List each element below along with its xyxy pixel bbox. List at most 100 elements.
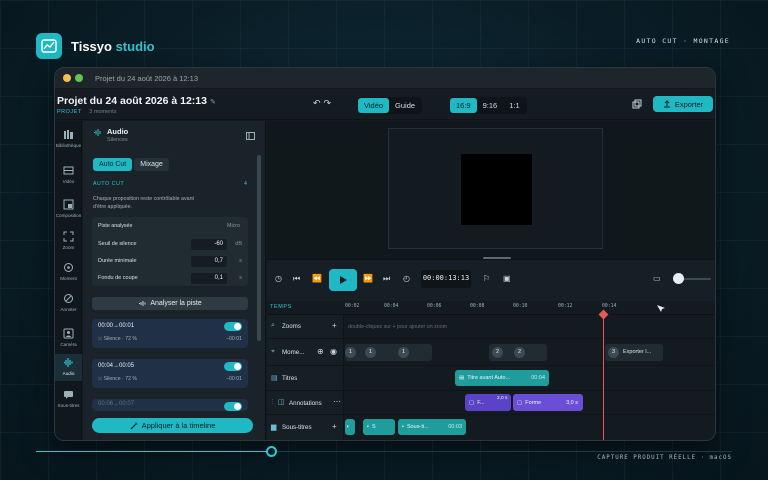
silence-segment-card[interactable]: 00:04→00:05 ⤬ Silence · 72 % −00:01 [92,359,248,388]
add-subtitle-icon[interactable]: + [332,422,337,431]
subtitle-clip[interactable]: ▪ Sous-ti... 00:03 [398,419,466,435]
caption-icon[interactable]: ▣ [503,274,511,283]
timeline-ruler[interactable]: TEMPS 00:02 00:04 00:06 00:08 00:10 00:1… [267,301,715,315]
rail-label: Vidéo [62,179,75,184]
window-minimize-button[interactable] [63,74,71,82]
timer-icon[interactable]: ◴ [403,274,410,283]
skip-start-icon[interactable]: ⏮ [293,274,300,284]
undo-icon[interactable]: ↶ [313,98,324,108]
segment-type: ⤬ Silence · 72 % [98,336,138,342]
ratio-1-1[interactable]: 1:1 [503,98,525,113]
clip-label: Sous-ti... [406,424,429,430]
add-zoom-icon[interactable]: + [332,321,337,330]
param-value-input[interactable]: 0,1 [191,273,227,284]
ruler-tick: 00:08 [470,304,485,309]
add-moment-icon[interactable]: ⊕ [317,347,324,356]
track-name: Titres [282,375,298,382]
timeline-header-label: TEMPS [270,304,292,310]
subtitle-clip[interactable]: ◖ [345,419,355,435]
loop-icon[interactable]: ◷ [275,274,282,283]
track-annotations: ⋮ ◫ Annotations ⋯ ▢ F... 2,0 s ▢ Forme 3… [267,391,715,415]
annotation-clip[interactable]: ▢ F... 2,0 s [465,394,511,411]
drag-handle-icon[interactable]: ⋮ [270,399,275,405]
chart-logo-icon [36,33,62,59]
panel-tabs: Auto Cut Mixage [93,158,169,171]
analyse-button[interactable]: Analyser la piste [92,297,248,310]
window-zoom-button[interactable] [75,74,83,82]
analyse-label: Analyser la piste [150,300,202,307]
silence-segment-card[interactable]: 00:00→00:01 ⤬ Silence · 72 % −00:01 [92,319,248,348]
marker-icon[interactable]: ⚐ [483,274,490,283]
annotation-clip[interactable]: ▢ Forme 3,0 s [513,394,583,411]
timeline: TEMPS 00:02 00:04 00:06 00:08 00:10 00:1… [267,301,715,440]
rail-item-annoter[interactable]: Annoter [55,293,82,312]
track-header: ▆ Sous-titres + [267,415,344,440]
duplicate-icon[interactable] [632,99,642,109]
more-icon[interactable]: ⋯ [333,397,341,406]
title-icon: ▤ [459,375,465,381]
progress-dot [266,446,277,457]
playhead[interactable] [603,315,604,440]
param-row: Durée minimale 0,7 s [98,256,242,268]
rail-label: Bibliothèque [55,143,82,148]
rewind-icon[interactable]: ⏪ [312,274,322,283]
ratio-tabs: 16:9 9:16 1:1 [449,97,527,114]
panel-title: Audio [107,127,129,136]
zoom-hint: double-cliquez sur + pour ajouter un zoo… [348,324,448,330]
track-titles: ▤ Titres ▤ Titre avant Auto... 00:04 [267,366,715,391]
skip-end-icon[interactable]: ⏭ [383,274,390,284]
ratio-9-16[interactable]: 9:16 [477,98,504,113]
pen-icon [64,294,73,303]
panel-toggle-icon[interactable] [246,132,255,140]
pencil-icon[interactable]: ✎ [210,99,216,106]
project-meta: PROJET 3 moments [57,109,116,115]
rail-item-video[interactable]: Vidéo [55,165,82,184]
tab-guide[interactable]: Guide [389,98,421,113]
rail-item-composition[interactable]: Composition [55,199,82,218]
video-preview [267,121,715,259]
panel-description: Chaque proposition reste contrôlable ava… [93,196,195,210]
fast-forward-icon[interactable]: ⏩ [363,274,373,283]
visibility-icon[interactable]: ◉ [330,347,337,356]
export-button[interactable]: Exporter [653,96,713,112]
segment-toggle[interactable] [224,322,242,331]
redo-icon[interactable]: ↷ [324,98,335,108]
zoom-slider-knob[interactable] [673,273,684,284]
tab-auto-cut[interactable]: Auto Cut [93,158,133,171]
param-label: Fondu de coupe [98,275,138,281]
panel-scrollbar[interactable] [257,155,261,341]
track-value[interactable]: Micro [227,223,240,229]
silence-segment-card[interactable]: 00:06→00:07 [92,399,248,411]
param-value-input[interactable]: 0,7 [191,256,227,267]
moment-clip[interactable]: 3 Exporter l... [605,344,663,361]
screen-icon[interactable]: ▭ [653,274,661,283]
tab-mixage[interactable]: Mixage [134,158,169,171]
rail-item-moment[interactable]: Moment [55,262,82,281]
moment-clip[interactable]: 2 2 [489,344,547,361]
ruler-tick: 00:14 [602,304,617,309]
preview-canvas[interactable] [388,128,603,249]
cursor-icon [657,305,665,312]
tab-video[interactable]: Vidéo [358,98,390,113]
play-icon [340,276,347,284]
param-value-input[interactable]: -60 [191,239,227,250]
play-button[interactable] [329,269,357,291]
preview-content [461,154,532,225]
rail-item-library[interactable]: Bibliothèque [55,129,82,148]
subtitle-clip[interactable]: ▪ S [363,419,395,435]
clip-time: 00:03 [448,424,462,430]
segment-toggle[interactable] [224,362,242,371]
search-icon: ⌕ [271,322,275,329]
rail-item-zoom[interactable]: Zoom [55,231,82,250]
rail-item-subtitles[interactable]: Sous-titres [55,389,82,408]
left-rail: Bibliothèque Vidéo Composition Zoom Mome… [55,121,82,440]
title-clip[interactable]: ▤ Titre avant Auto... 00:04 [455,370,549,386]
rail-item-camera[interactable]: Caméra [55,328,82,347]
apply-to-timeline-button[interactable]: Appliquer à la timeline [92,418,253,433]
square-icon: ▢ [469,399,475,406]
project-title[interactable]: Projet du 24 août 2026 à 12:13 ✎ [57,95,216,107]
ratio-16-9[interactable]: 16:9 [450,98,477,113]
moment-clip[interactable]: 1 1 1 [345,344,432,361]
rail-item-audio[interactable]: Audio [55,354,82,381]
segment-toggle[interactable] [224,402,242,411]
